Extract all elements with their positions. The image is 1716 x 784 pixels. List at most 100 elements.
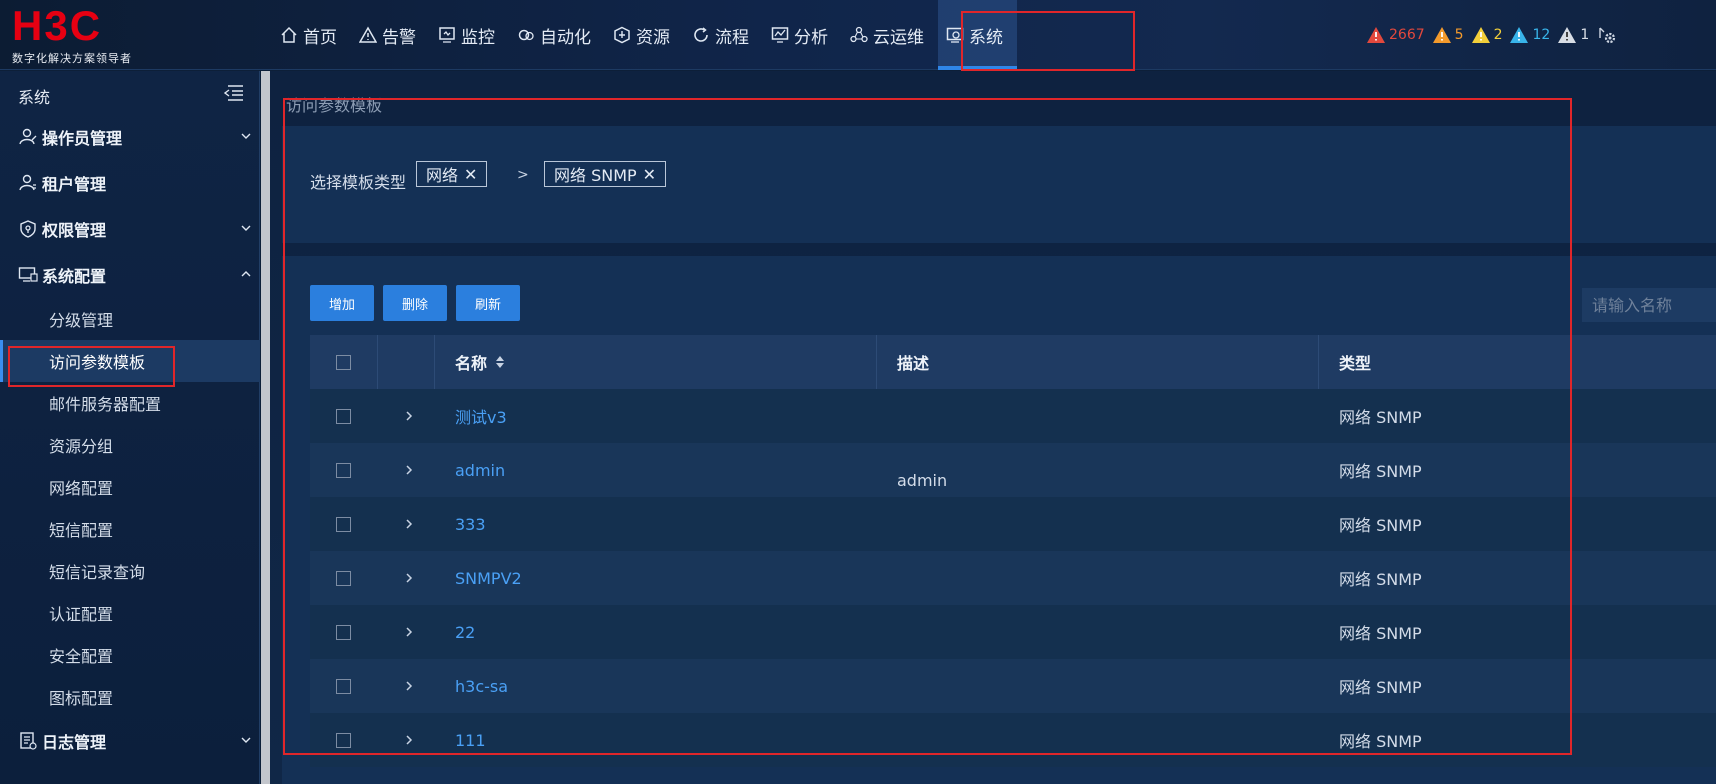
sidebar-item-grading[interactable]: 分级管理 bbox=[0, 298, 260, 340]
system-icon bbox=[946, 27, 964, 43]
nav-system[interactable]: 系统 bbox=[938, 0, 1017, 70]
filter-label: 选择模板类型 bbox=[310, 173, 407, 192]
column-header-name[interactable]: 名称 bbox=[455, 350, 505, 374]
major-alarm-count[interactable]: 5 bbox=[1432, 26, 1464, 44]
sidebar-item-icon-config-label: 图标配置 bbox=[49, 689, 114, 708]
critical-alarm-count[interactable]: 2667 bbox=[1366, 26, 1425, 44]
sidebar-item-auth-config[interactable]: 认证配置 bbox=[0, 592, 260, 634]
row-name-link[interactable]: admin bbox=[455, 461, 505, 480]
sidebar-group-log[interactable]: 日志管理 bbox=[0, 718, 260, 764]
log-icon bbox=[20, 732, 37, 750]
alarm-summary: 2667 5 2 12 1 bbox=[1366, 24, 1618, 46]
nav-cloud-ops-label: 云运维 bbox=[873, 27, 924, 48]
automation-icon bbox=[518, 29, 534, 41]
sidebar-group-tenant-label: 租户管理 bbox=[42, 175, 107, 194]
chevron-right-icon[interactable] bbox=[403, 733, 415, 747]
nav-monitor-label: 监控 bbox=[461, 27, 495, 48]
nav-automation[interactable]: 自动化 bbox=[509, 0, 605, 70]
chevron-right-icon[interactable] bbox=[403, 517, 415, 531]
sidebar-item-sms-records-label: 短信记录查询 bbox=[49, 563, 146, 582]
nav-monitor[interactable]: 监控 bbox=[430, 0, 509, 70]
h3c-logo[interactable]: H3C 数字化解决方案领导者 bbox=[12, 4, 152, 65]
sidebar-group-tenant[interactable]: 租户管理 bbox=[0, 160, 260, 206]
search-input[interactable] bbox=[1582, 288, 1716, 322]
table-row[interactable]: 22 网络 SNMP bbox=[310, 605, 1716, 659]
logo-tagline: 数字化解决方案领导者 bbox=[12, 52, 132, 65]
sidebar-item-mail-server[interactable]: 邮件服务器配置 bbox=[0, 382, 260, 424]
row-name-link[interactable]: SNMPV2 bbox=[455, 569, 522, 588]
table-row[interactable]: admin admin 网络 SNMP bbox=[310, 443, 1716, 497]
sidebar-item-network-config-label: 网络配置 bbox=[49, 479, 114, 498]
home-icon bbox=[281, 26, 297, 43]
nav-alarm[interactable]: 告警 bbox=[351, 0, 430, 70]
table-header: 名称 描述 类型 bbox=[310, 335, 1716, 389]
chevron-right-icon[interactable] bbox=[403, 571, 415, 585]
sidebar-title: 系统 bbox=[18, 88, 51, 107]
sidebar-item-sms-config[interactable]: 短信配置 bbox=[0, 508, 260, 550]
table-row[interactable]: h3c-sa 网络 SNMP bbox=[310, 659, 1716, 713]
sidebar-item-security-config[interactable]: 安全配置 bbox=[0, 634, 260, 676]
sidebar-scrollbar[interactable] bbox=[261, 71, 270, 784]
row-type: 网络 SNMP bbox=[1339, 408, 1422, 427]
row-checkbox[interactable] bbox=[336, 408, 351, 424]
sidebar-item-network-config[interactable]: 网络配置 bbox=[0, 466, 260, 508]
sidebar-group-system-config[interactable]: 系统配置 bbox=[0, 252, 260, 298]
chevron-right-icon[interactable] bbox=[403, 625, 415, 639]
row-checkbox[interactable] bbox=[336, 462, 351, 478]
alarm-settings-gear-icon[interactable] bbox=[1596, 24, 1618, 46]
add-button[interactable]: 增加 bbox=[310, 285, 374, 321]
row-type: 网络 SNMP bbox=[1339, 516, 1422, 535]
sidebar-group-permission[interactable]: 权限管理 bbox=[0, 206, 260, 252]
nav-process[interactable]: 流程 bbox=[684, 0, 763, 70]
sidebar-item-icon-config[interactable]: 图标配置 bbox=[0, 676, 260, 718]
filter-tag-network[interactable]: 网络 ✕ bbox=[416, 161, 488, 187]
sort-icon[interactable] bbox=[495, 355, 505, 369]
delete-button[interactable]: 删除 bbox=[383, 285, 447, 321]
sidebar-item-sms-records[interactable]: 短信记录查询 bbox=[0, 550, 260, 592]
sidebar-item-resource-group[interactable]: 资源分组 bbox=[0, 424, 260, 466]
row-checkbox[interactable] bbox=[336, 570, 351, 586]
critical-alarm-icon bbox=[1367, 27, 1385, 43]
column-divider bbox=[1318, 335, 1319, 389]
table-row[interactable]: 333 网络 SNMP bbox=[310, 497, 1716, 551]
sidebar-item-mail-server-label: 邮件服务器配置 bbox=[49, 395, 162, 414]
analysis-icon bbox=[771, 27, 789, 43]
info-alarm-count[interactable]: 1 bbox=[1557, 26, 1589, 44]
row-type: 网络 SNMP bbox=[1339, 462, 1422, 481]
operator-icon bbox=[19, 128, 37, 145]
nav-analysis[interactable]: 分析 bbox=[763, 0, 842, 70]
nav-cloud-ops[interactable]: 云运维 bbox=[842, 0, 938, 70]
row-name-link[interactable]: 22 bbox=[455, 623, 475, 642]
sidebar-collapse-icon[interactable] bbox=[222, 83, 244, 103]
sidebar-group-operator[interactable]: 操作员管理 bbox=[0, 114, 260, 160]
row-name-link[interactable]: 测试v3 bbox=[455, 404, 507, 428]
row-checkbox[interactable] bbox=[336, 516, 351, 532]
resource-icon bbox=[614, 26, 630, 44]
table-row[interactable]: SNMPV2 网络 SNMP bbox=[310, 551, 1716, 605]
table-row[interactable]: 测试v3 网络 SNMP bbox=[310, 389, 1716, 443]
nav-resource[interactable]: 资源 bbox=[605, 0, 684, 70]
sidebar-item-access-template[interactable]: 访问参数模板 bbox=[0, 340, 260, 382]
row-checkbox[interactable] bbox=[336, 732, 351, 748]
chevron-right-icon[interactable] bbox=[403, 463, 415, 477]
chevron-right-icon[interactable] bbox=[403, 679, 415, 693]
select-all-checkbox[interactable] bbox=[336, 354, 351, 370]
chevron-right-icon[interactable] bbox=[403, 409, 415, 423]
filter-separator: > bbox=[517, 167, 529, 183]
column-divider bbox=[434, 335, 435, 389]
row-name-link[interactable]: 111 bbox=[455, 731, 486, 750]
row-name-link[interactable]: h3c-sa bbox=[455, 677, 508, 696]
minor-alarm-count[interactable]: 2 bbox=[1471, 26, 1502, 44]
filter-tag-network-snmp[interactable]: 网络 SNMP ✕ bbox=[544, 161, 667, 187]
close-icon[interactable]: ✕ bbox=[643, 165, 656, 184]
row-checkbox[interactable] bbox=[336, 624, 351, 640]
nav-home[interactable]: 首页 bbox=[272, 0, 351, 70]
row-name-link[interactable]: 333 bbox=[455, 515, 486, 534]
row-checkbox[interactable] bbox=[336, 678, 351, 694]
table-row[interactable]: 111 网络 SNMP bbox=[310, 713, 1716, 767]
warning-alarm-count[interactable]: 12 bbox=[1509, 26, 1550, 44]
close-icon[interactable]: ✕ bbox=[464, 165, 477, 184]
refresh-button[interactable]: 刷新 bbox=[456, 285, 520, 321]
sidebar: 系统 操作员管理 租户管理 权限管理 系统配置 分级管理 访问参数模板 邮件服务… bbox=[0, 71, 260, 784]
nav-resource-label: 资源 bbox=[636, 27, 670, 48]
